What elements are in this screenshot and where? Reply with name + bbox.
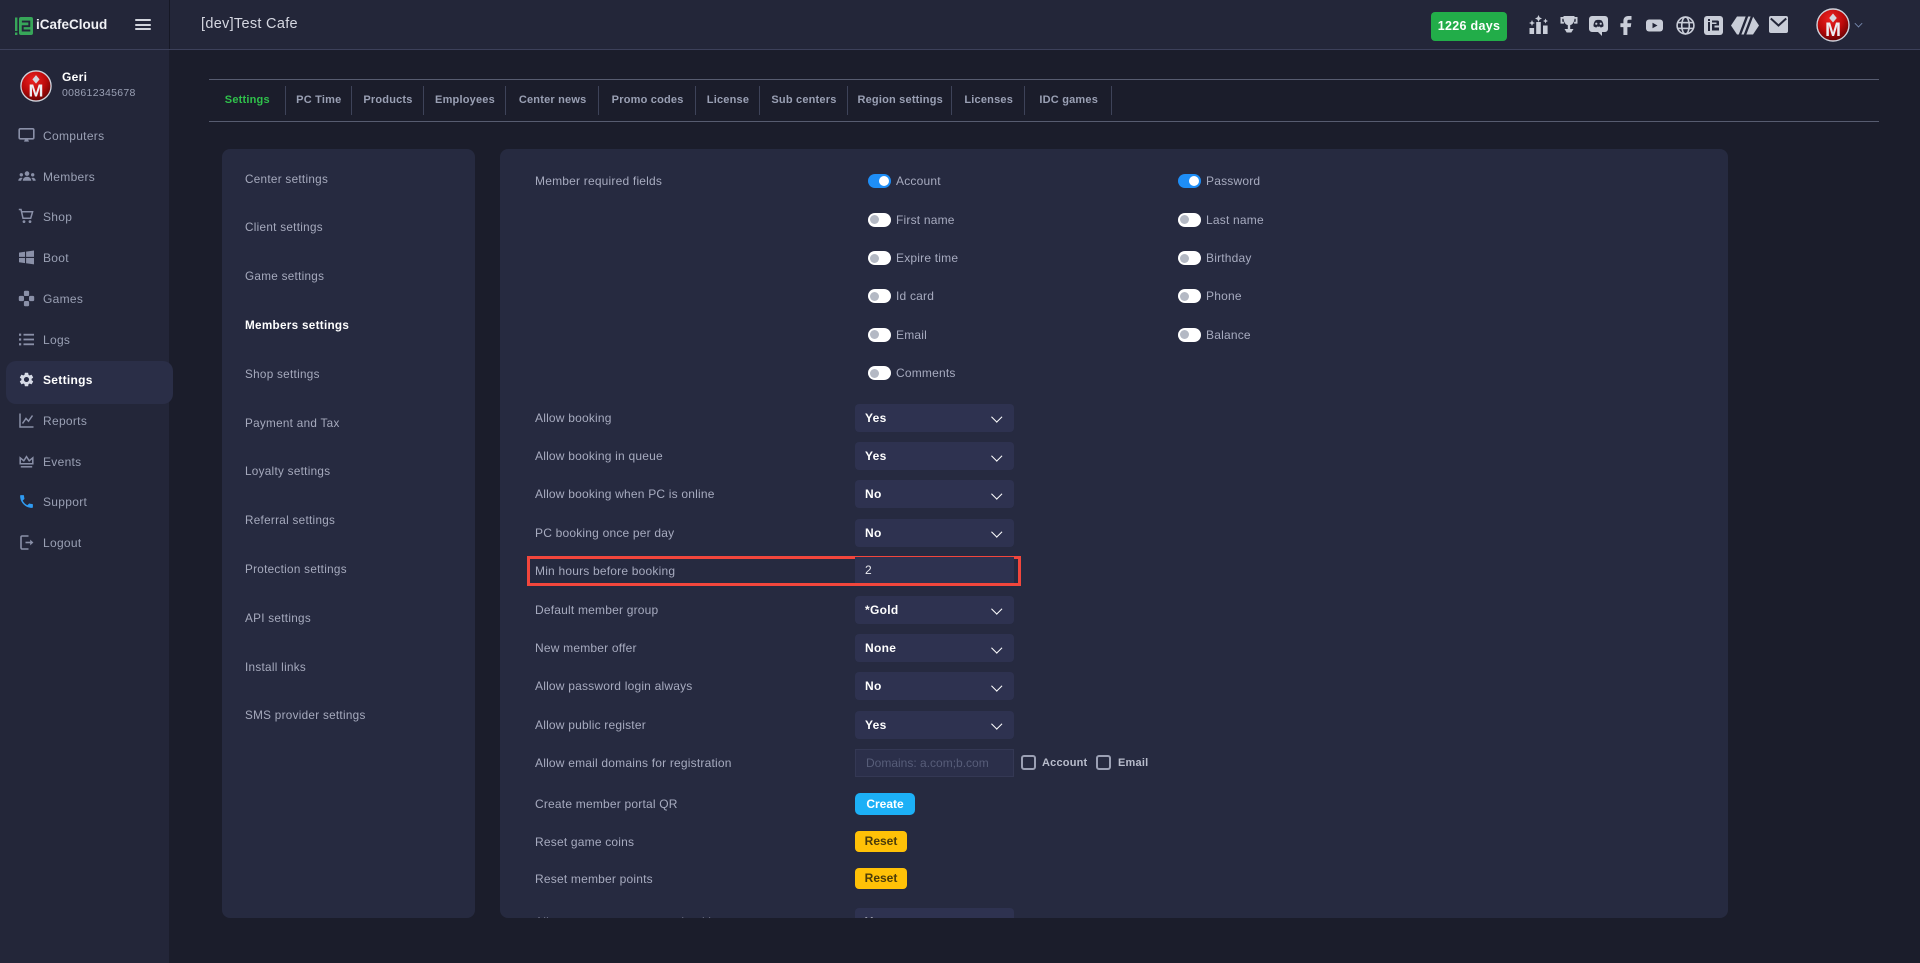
svg-text:M: M [1825,20,1841,41]
svg-text:M: M [29,80,44,100]
